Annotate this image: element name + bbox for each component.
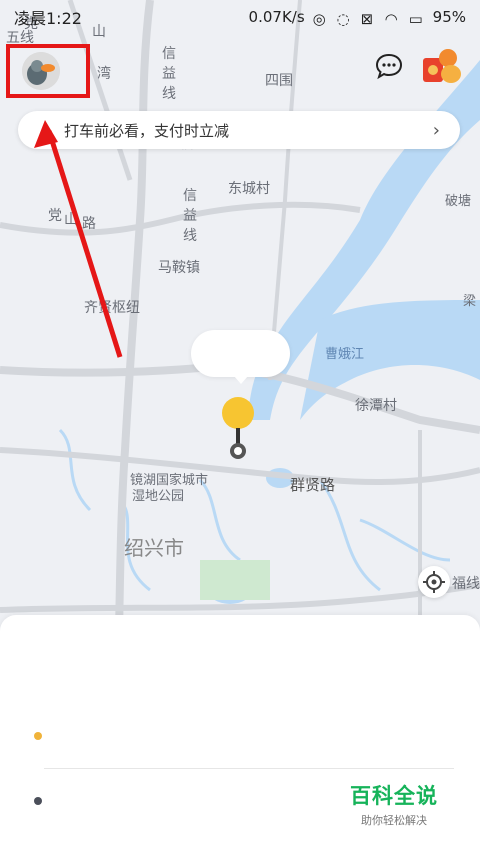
watermark-title: 百科全说 xyxy=(350,784,438,808)
message-button[interactable] xyxy=(375,52,403,80)
map-label: 湿地公园 xyxy=(132,489,184,504)
mute-icon: ◌ xyxy=(336,10,350,28)
highlight-frame xyxy=(6,44,90,98)
map-label: 齐贤枢纽 xyxy=(84,300,140,316)
map-label: 四围 xyxy=(265,73,293,89)
battery-icon: ▭ xyxy=(408,10,423,28)
chat-bubble-icon xyxy=(375,53,403,80)
chevron-right-icon: › xyxy=(432,120,440,141)
map-label: 路 xyxy=(82,216,96,232)
status-right: 0.07K/s ◎ ◌ ⊠ ◠ ▭ 95% xyxy=(248,8,466,28)
status-time: 凌晨1:22 xyxy=(14,9,82,28)
map-label: 东城村 xyxy=(228,181,270,197)
to-dot-icon xyxy=(34,797,42,805)
watermark-subtitle: 助你轻松解决 xyxy=(361,814,427,827)
map-label: 徐潭村 xyxy=(355,397,397,414)
map-label: 信 xyxy=(162,46,176,62)
watermark: 百科全说 助你轻松解决 xyxy=(350,780,438,828)
map-label: 马鞍镇 xyxy=(158,260,200,276)
crosshair-icon xyxy=(423,571,445,593)
promo-text: 打车前必看，支付时立减 xyxy=(64,121,230,140)
map-label: 山 xyxy=(64,212,78,228)
map-label: 湾 xyxy=(97,65,111,82)
map-label: 曹娥江 xyxy=(325,347,364,362)
promo-banner[interactable]: 打车前必看，支付时立减 › xyxy=(18,111,460,149)
pickup-pin-head xyxy=(222,397,254,429)
locate-me-button[interactable] xyxy=(418,566,450,598)
gift-button[interactable] xyxy=(415,44,465,90)
red-envelope-icon xyxy=(423,49,461,83)
wifi-icon: ◠ xyxy=(384,10,398,28)
map-label: 益 xyxy=(162,66,176,82)
map-label: 线 xyxy=(162,86,176,102)
map-label: 线 xyxy=(183,228,197,244)
map-label: 破塘 xyxy=(445,193,471,209)
map-label: 梁 xyxy=(463,294,476,309)
map-label: 党 xyxy=(48,208,62,224)
from-dot-icon xyxy=(34,732,42,740)
hotspot-icon: ◎ xyxy=(312,10,326,28)
divider xyxy=(44,768,454,769)
net-speed: 0.07K/s xyxy=(248,8,305,26)
map-label: 益 xyxy=(183,208,197,224)
battery-level: 95% xyxy=(432,8,466,26)
map-label: 信 xyxy=(183,188,197,204)
pickup-bubble[interactable] xyxy=(191,330,290,384)
status-bar: 凌晨1:22 0.07K/s ◎ ◌ ⊠ ◠ ▭ 95% xyxy=(0,0,480,34)
map-label: 镜湖国家城市 xyxy=(130,472,208,488)
sim-icon: ⊠ xyxy=(360,10,374,28)
map-label: 绍兴市 xyxy=(124,536,184,560)
map-label: 群贤路 xyxy=(290,476,335,494)
map-label: 福线 xyxy=(452,576,480,592)
